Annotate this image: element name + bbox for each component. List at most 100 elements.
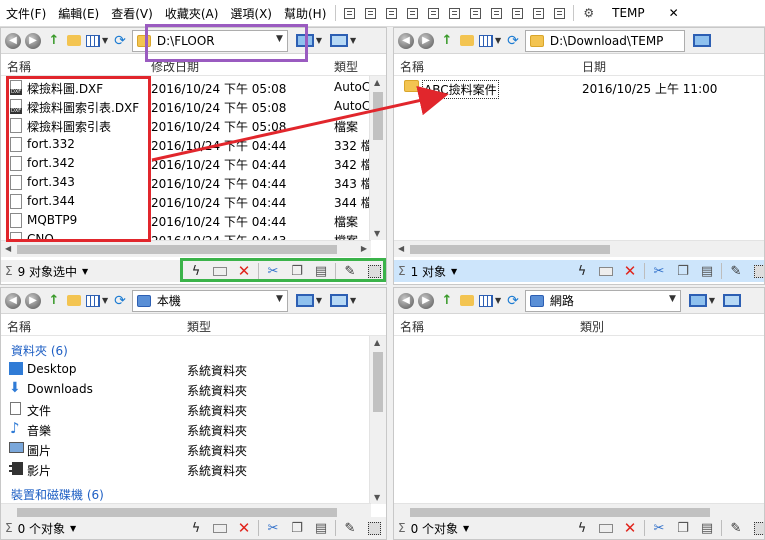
vertical-scrollbar[interactable]: ▲ ▼: [369, 336, 386, 504]
flash-icon[interactable]: ϟ: [573, 519, 591, 537]
address-bar[interactable]: D:\Download\TEMP: [524, 29, 685, 52]
list-item[interactable]: 樑撿料圖索引表.DXF 2016/10/24 下午 05:08 AutoC.: [1, 97, 369, 116]
list-item[interactable]: ⬇ Downloads 系統資料夾: [1, 380, 386, 399]
computer-icon[interactable]: [723, 294, 742, 307]
new-folder-icon[interactable]: [460, 295, 474, 306]
select-all-icon[interactable]: [365, 519, 383, 537]
rename-icon[interactable]: ✎: [341, 519, 359, 537]
tab-temp[interactable]: TEMP: [608, 6, 649, 20]
computer-dropdown-icon[interactable]: ▼: [350, 296, 356, 305]
new-folder-icon[interactable]: [460, 35, 474, 46]
column-category[interactable]: 類別: [580, 318, 604, 335]
column-type[interactable]: 類型: [187, 318, 211, 335]
back-icon[interactable]: ◀: [398, 32, 414, 49]
scroll-down-icon[interactable]: ▼: [374, 229, 380, 238]
email-icon[interactable]: [597, 519, 615, 537]
layout-quad-icon[interactable]: [491, 7, 503, 19]
close-icon[interactable]: ✕: [663, 6, 685, 20]
scroll-up-icon[interactable]: ▲: [374, 78, 380, 87]
back-icon[interactable]: ◀: [5, 32, 21, 49]
group-header-folders[interactable]: 資料夾 (6): [11, 342, 68, 359]
new-folder-icon[interactable]: [67, 295, 81, 306]
horizontal-scrollbar[interactable]: ◀ ▶: [1, 240, 371, 257]
select-all-icon[interactable]: [365, 262, 383, 280]
address-dropdown-icon[interactable]: ▼: [669, 294, 676, 304]
menu-file[interactable]: 文件(F): [0, 5, 52, 22]
computer-dropdown-icon[interactable]: ▼: [350, 36, 356, 45]
pane-view-dropdown-icon[interactable]: ▼: [709, 296, 715, 305]
layout-nine-icon[interactable]: [554, 7, 566, 19]
layout-rows-icon[interactable]: [470, 7, 482, 19]
pane-view-icon[interactable]: [692, 34, 711, 47]
scroll-thumb[interactable]: [373, 352, 383, 412]
rename-icon[interactable]: ✎: [341, 262, 359, 280]
list-item[interactable]: 樑撿料圖.DXF 2016/10/24 下午 05:08 AutoC.: [1, 78, 369, 97]
list-item[interactable]: Desktop 系統資料夾: [1, 360, 386, 379]
gear-icon[interactable]: ⚙: [577, 6, 600, 20]
list-item[interactable]: fort.344 2016/10/24 下午 04:44 344 檔: [1, 192, 369, 211]
copy-icon[interactable]: ❐: [674, 262, 692, 280]
back-icon[interactable]: ◀: [5, 292, 21, 309]
column-name[interactable]: 名稱: [400, 318, 424, 335]
address-dropdown-icon[interactable]: ▼: [276, 294, 283, 304]
computer-icon[interactable]: [330, 294, 349, 307]
list-item[interactable]: ♪ 音樂 系統資料夾: [1, 419, 386, 439]
refresh-icon[interactable]: ⟳: [507, 33, 519, 49]
view-mode-dropdown-icon[interactable]: ▼: [102, 36, 108, 45]
cut-icon[interactable]: ✂: [264, 519, 282, 537]
layout-single-icon[interactable]: [344, 7, 356, 19]
list-item[interactable]: fort.332 2016/10/24 下午 04:44 332 檔: [1, 135, 369, 154]
view-mode-icon[interactable]: [479, 34, 493, 47]
refresh-icon[interactable]: ⟳: [114, 293, 126, 309]
cut-icon[interactable]: ✂: [650, 519, 668, 537]
pane-view-icon[interactable]: [295, 294, 314, 307]
layout-horizontal-icon[interactable]: [365, 7, 377, 19]
group-header-drives[interactable]: 裝置和磁碟機 (6): [11, 486, 104, 503]
status-dropdown-icon[interactable]: ▼: [70, 524, 76, 533]
list-item[interactable]: MQBTP9 2016/10/24 下午 04:44 檔案: [1, 211, 369, 230]
address-dropdown-icon[interactable]: ▼: [276, 34, 283, 44]
scroll-left-icon[interactable]: ◀: [5, 244, 11, 253]
list-item[interactable]: ABC撿料案件 2016/10/25 上午 11:00: [394, 78, 764, 99]
email-icon[interactable]: [211, 262, 229, 280]
scroll-thumb[interactable]: [17, 245, 337, 254]
status-dropdown-icon[interactable]: ▼: [451, 267, 457, 276]
pane-view-dropdown-icon[interactable]: ▼: [316, 36, 322, 45]
rename-icon[interactable]: ✎: [727, 262, 745, 280]
pane-view-icon[interactable]: [295, 34, 314, 47]
layout-six-icon[interactable]: [533, 7, 545, 19]
layout-three-alt-icon[interactable]: [428, 7, 440, 19]
paste-icon[interactable]: ▤: [698, 262, 716, 280]
vertical-scrollbar[interactable]: ▲ ▼: [369, 76, 386, 240]
flash-icon[interactable]: ϟ: [187, 519, 205, 537]
view-mode-icon[interactable]: [479, 294, 493, 307]
menu-favorites[interactable]: 收藏夾(A): [159, 5, 225, 22]
list-item[interactable]: fort.342 2016/10/24 下午 04:44 342 檔: [1, 154, 369, 173]
pane-view-dropdown-icon[interactable]: ▼: [316, 296, 322, 305]
layout-vertical-icon[interactable]: [386, 7, 398, 19]
list-item[interactable]: fort.343 2016/10/24 下午 04:44 343 檔: [1, 173, 369, 192]
paste-icon[interactable]: ▤: [312, 519, 330, 537]
address-bar[interactable]: 本機 ▼: [131, 289, 288, 312]
list-item[interactable]: 圖片 系統資料夾: [1, 440, 386, 459]
select-all-icon[interactable]: [751, 519, 764, 537]
computer-icon[interactable]: [330, 34, 349, 47]
status-dropdown-icon[interactable]: ▼: [463, 524, 469, 533]
forward-icon[interactable]: ▶: [25, 292, 41, 309]
column-date[interactable]: 日期: [582, 58, 606, 75]
menu-edit[interactable]: 編輯(E): [52, 5, 105, 22]
up-folder-icon[interactable]: ↑: [46, 33, 62, 49]
list-item[interactable]: CNO 2016/10/24 下午 04:43 檔案: [1, 230, 369, 240]
view-mode-dropdown-icon[interactable]: ▼: [102, 296, 108, 305]
refresh-icon[interactable]: ⟳: [114, 33, 126, 49]
cut-icon[interactable]: ✂: [264, 262, 282, 280]
up-folder-icon[interactable]: ↑: [439, 293, 455, 309]
status-dropdown-icon[interactable]: ▼: [82, 267, 88, 276]
flash-icon[interactable]: ϟ: [187, 262, 205, 280]
delete-icon[interactable]: ✕: [235, 262, 253, 280]
up-folder-icon[interactable]: ↑: [46, 293, 62, 309]
scroll-down-icon[interactable]: ▼: [374, 493, 380, 502]
new-folder-icon[interactable]: [67, 35, 81, 46]
delete-icon[interactable]: ✕: [621, 519, 639, 537]
list-item[interactable]: 影片 系統資料夾: [1, 460, 386, 479]
